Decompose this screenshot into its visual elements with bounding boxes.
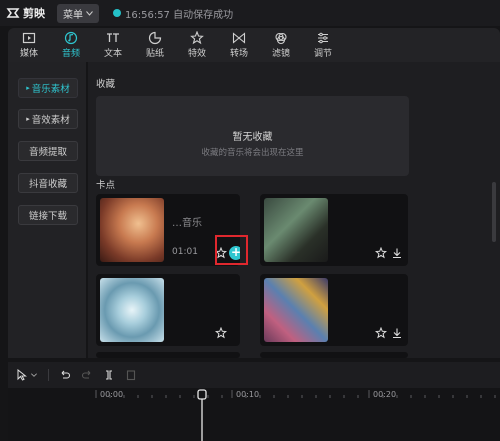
sticker-icon bbox=[148, 31, 162, 45]
music-card[interactable] bbox=[260, 274, 408, 346]
beats-title: 卡点 bbox=[96, 180, 116, 191]
favorite-star-icon[interactable] bbox=[215, 327, 227, 339]
timeline-toolbar bbox=[8, 362, 500, 388]
tab-label: 贴纸 bbox=[145, 49, 164, 59]
timeline-ruler[interactable]: 00:00 00:10 00:20 bbox=[8, 388, 500, 441]
tab-label: 滤镜 bbox=[271, 49, 290, 59]
sidebar-item-music[interactable]: ▸ 音乐素材 bbox=[18, 78, 78, 98]
music-card[interactable] bbox=[260, 352, 408, 358]
music-card[interactable] bbox=[96, 274, 240, 346]
audio-library: 收藏 暂无收藏 收藏的音乐将会出现在这里 卡点 …音乐 01:01 + bbox=[88, 62, 500, 358]
status-text: 16:56:57 自动保存成功 bbox=[125, 9, 234, 21]
audio-icon bbox=[64, 31, 78, 45]
tab-media[interactable]: 媒体 bbox=[8, 28, 50, 62]
sidebar-item-douyin-favorites[interactable]: 抖音收藏 bbox=[18, 173, 78, 193]
sidebar-item-label: 音效素材 bbox=[31, 115, 70, 126]
download-icon[interactable] bbox=[391, 327, 403, 339]
favorites-title: 收藏 bbox=[96, 79, 116, 90]
album-cover bbox=[264, 198, 328, 262]
music-card[interactable] bbox=[96, 352, 240, 358]
sidebar-item-sound-effects[interactable]: ▸ 音效素材 bbox=[18, 109, 78, 129]
capcut-logo-icon bbox=[6, 6, 20, 20]
album-cover bbox=[100, 278, 164, 342]
favorite-star-icon[interactable] bbox=[375, 247, 387, 259]
album-cover bbox=[264, 278, 328, 342]
sidebar-item-link-download[interactable]: 链接下载 bbox=[18, 205, 78, 225]
tab-effects[interactable]: 特效 bbox=[176, 28, 218, 62]
tab-sticker[interactable]: 贴纸 bbox=[134, 28, 176, 62]
track-name: …音乐 bbox=[172, 218, 202, 229]
tick-label: 00:20 bbox=[373, 390, 397, 399]
caret-right-icon: ▸ bbox=[26, 115, 30, 123]
adjust-icon bbox=[318, 32, 328, 44]
tab-label: 媒体 bbox=[19, 49, 38, 59]
tick-label: 00:00 bbox=[100, 390, 124, 399]
favorites-empty-state: 暂无收藏 收藏的音乐将会出现在这里 bbox=[96, 96, 409, 176]
tab-label: 转场 bbox=[229, 49, 248, 59]
playhead[interactable] bbox=[197, 389, 207, 441]
main-toolbar: 媒体 音频 文本 贴纸 特效 转场 滤镜 调节 bbox=[8, 28, 500, 62]
track-duration: 01:01 bbox=[172, 247, 198, 257]
audio-sidebar: ▸ 音乐素材 ▸ 音效素材 音频提取 抖音收藏 链接下载 bbox=[8, 62, 86, 358]
download-icon[interactable] bbox=[391, 247, 403, 259]
app-name: 剪映 bbox=[23, 7, 45, 20]
filter-icon bbox=[275, 32, 287, 45]
divider bbox=[48, 369, 49, 381]
tab-filter[interactable]: 滤镜 bbox=[260, 28, 302, 62]
sidebar-item-label: 音乐素材 bbox=[31, 84, 70, 95]
autosave-status: 16:56:57 自动保存成功 bbox=[113, 6, 233, 21]
title-bar: 剪映 菜单 16:56:57 自动保存成功 bbox=[0, 0, 500, 26]
chevron-down-icon bbox=[86, 8, 93, 19]
tab-label: 特效 bbox=[187, 49, 206, 59]
tick-label: 00:10 bbox=[236, 390, 260, 399]
empty-subtitle: 收藏的音乐将会出现在这里 bbox=[201, 148, 304, 158]
app-logo: 剪映 bbox=[6, 5, 45, 21]
tab-audio[interactable]: 音频 bbox=[50, 28, 92, 62]
transition-icon bbox=[232, 32, 246, 44]
status-dot-icon bbox=[113, 9, 121, 17]
tab-transition[interactable]: 转场 bbox=[218, 28, 260, 62]
text-icon bbox=[107, 33, 119, 42]
favorite-star-icon[interactable] bbox=[375, 327, 387, 339]
empty-title: 暂无收藏 bbox=[232, 132, 273, 143]
tab-label: 调节 bbox=[313, 49, 332, 59]
album-cover bbox=[100, 198, 164, 262]
tab-adjust[interactable]: 调节 bbox=[302, 28, 344, 62]
music-card[interactable] bbox=[260, 194, 408, 266]
scrollbar[interactable] bbox=[492, 182, 496, 242]
menu-button[interactable]: 菜单 bbox=[57, 3, 99, 23]
tab-label: 音频 bbox=[61, 49, 80, 59]
delete-icon[interactable] bbox=[125, 369, 137, 381]
chevron-down-icon[interactable] bbox=[30, 369, 38, 381]
sidebar-item-label: 抖音收藏 bbox=[28, 179, 67, 190]
undo-icon[interactable] bbox=[59, 369, 71, 381]
media-icon bbox=[22, 32, 36, 44]
selection-highlight bbox=[215, 235, 248, 265]
sidebar-item-audio-extract[interactable]: 音频提取 bbox=[18, 141, 78, 161]
tab-text[interactable]: 文本 bbox=[92, 28, 134, 62]
effects-icon bbox=[190, 31, 204, 45]
caret-right-icon: ▸ bbox=[26, 84, 30, 92]
sidebar-item-label: 链接下载 bbox=[28, 211, 67, 222]
tab-label: 文本 bbox=[103, 49, 122, 59]
split-icon[interactable] bbox=[103, 369, 115, 381]
redo-icon[interactable] bbox=[81, 369, 93, 381]
menu-label: 菜单 bbox=[63, 9, 83, 21]
select-cursor-icon[interactable] bbox=[16, 369, 28, 381]
sidebar-item-label: 音频提取 bbox=[28, 147, 67, 158]
